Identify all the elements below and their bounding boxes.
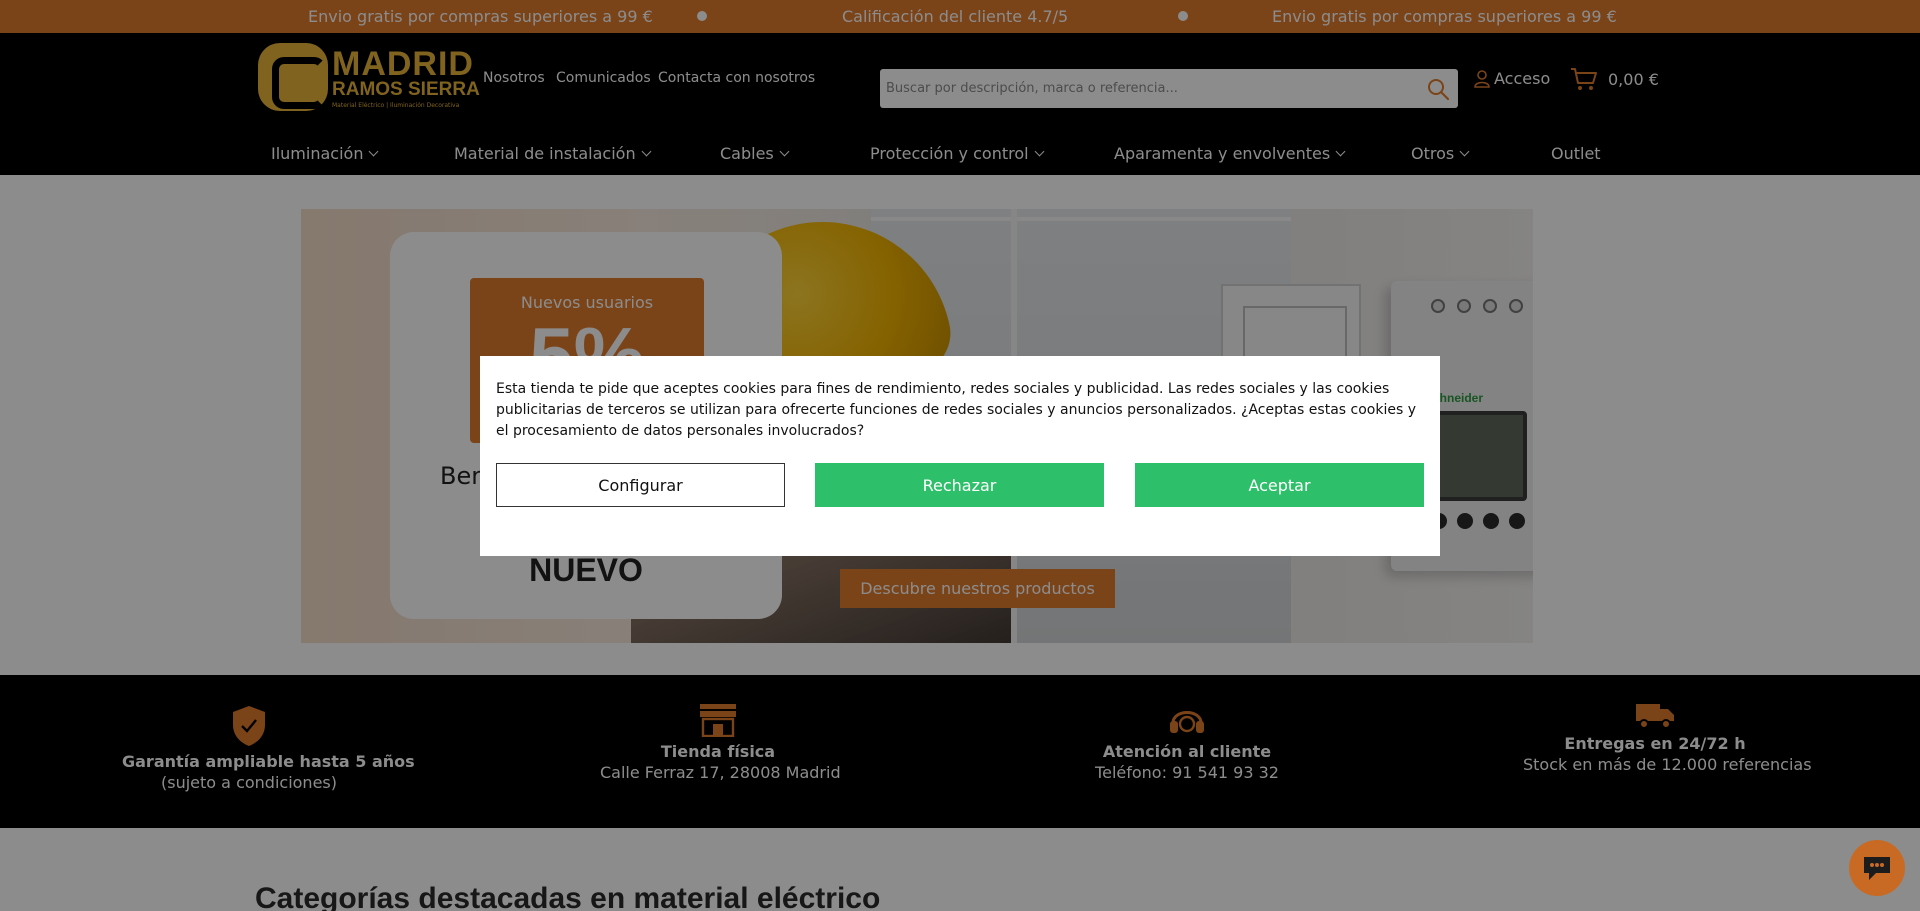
cookie-accept-button[interactable]: Aceptar [1135,463,1424,507]
cookie-configure-button[interactable]: Configurar [496,463,785,507]
chat-launcher-button[interactable] [1849,840,1905,896]
cookie-reject-button[interactable]: Rechazar [815,463,1104,507]
cookie-consent-text: Esta tienda te pide que aceptes cookies … [496,381,1416,439]
cookie-consent-dialog: Esta tienda te pide que aceptes cookies … [480,356,1440,556]
chat-bubble-icon [1864,857,1890,880]
